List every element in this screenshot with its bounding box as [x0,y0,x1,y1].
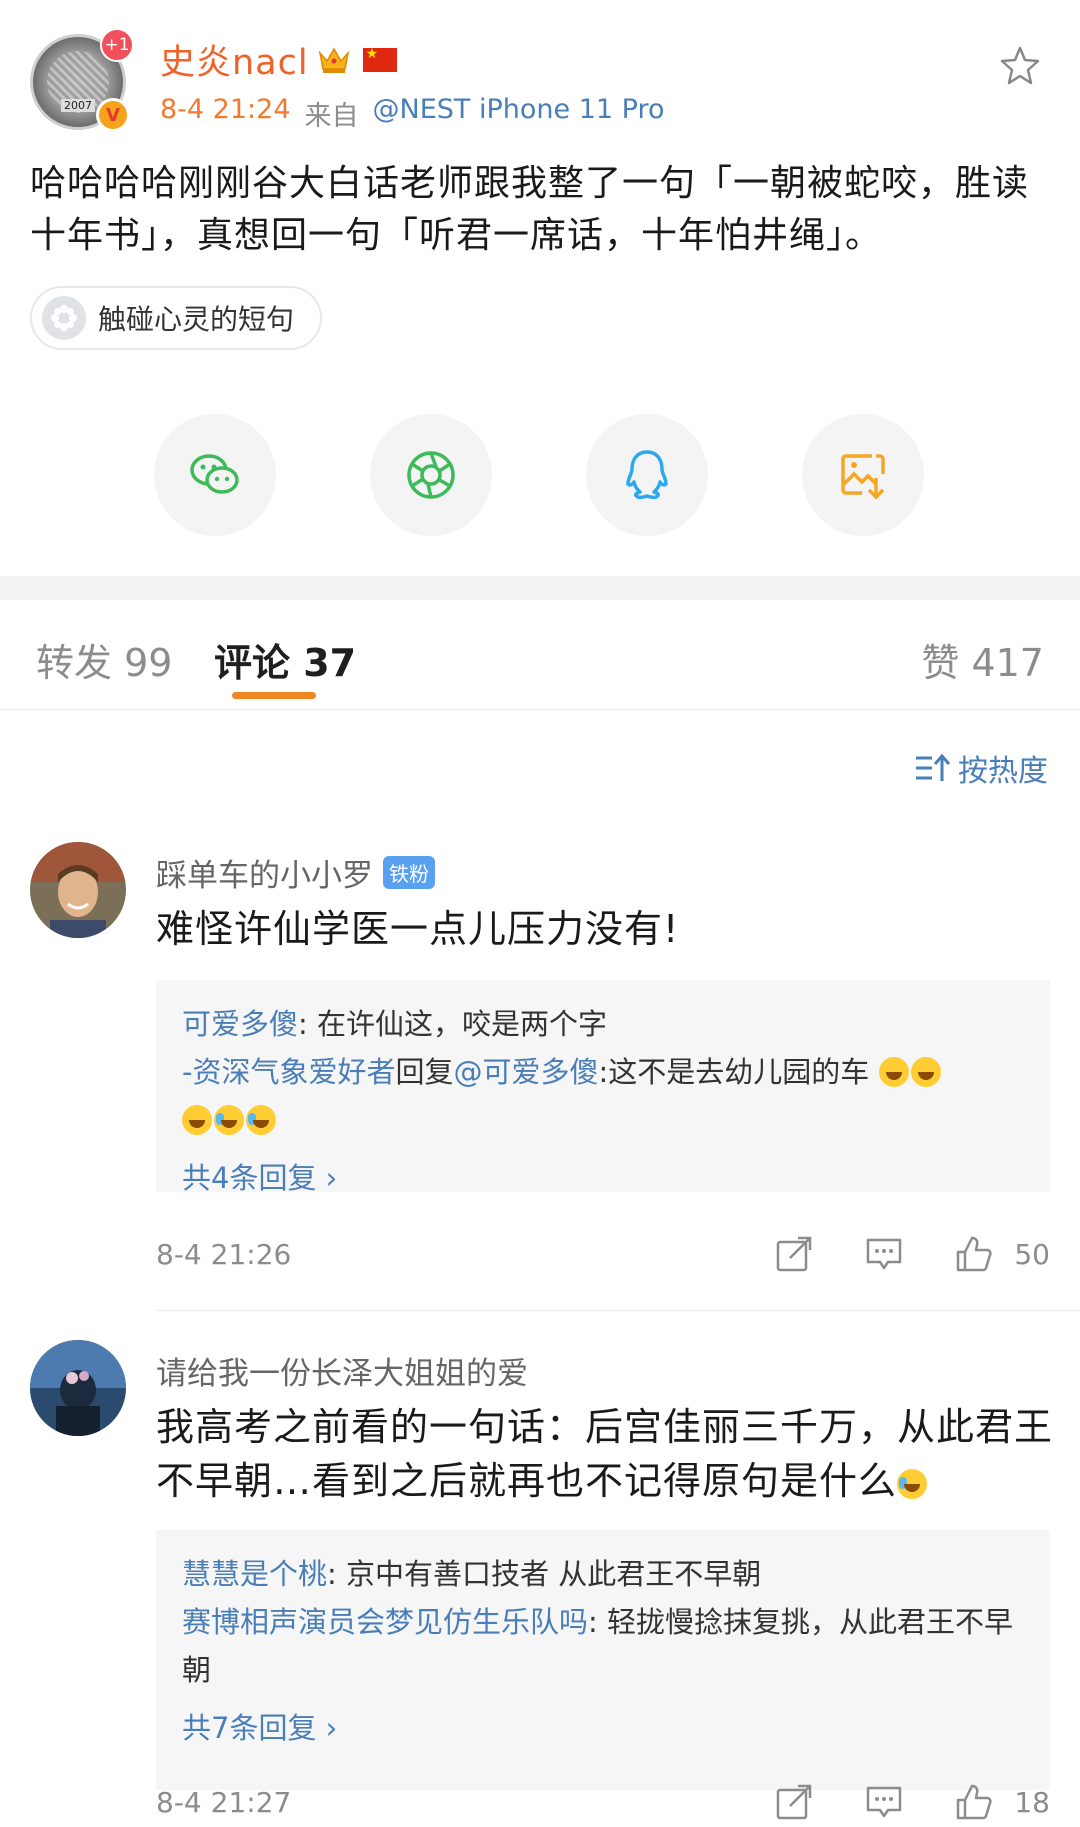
laugh-cry-emoji-icon [897,1469,928,1499]
view-all-replies-link[interactable]: 共7条回复 › [182,1704,1024,1752]
reply-comment-icon[interactable] [864,1782,904,1822]
share-qq-button[interactable] [586,414,708,536]
reply-sep: : [298,1007,318,1041]
comment-divider [156,1310,1080,1311]
comment-text: 难怪许仙学医一点儿压力没有! [156,907,680,951]
reply-text: 京中有善口技者 从此君王不早朝 [346,1557,762,1591]
reply-nick[interactable]: 赛博相声演员会梦见仿生乐队吗 [182,1605,588,1639]
laugh-emoji-icon [910,1057,941,1087]
laugh-cry-emoji-icon [214,1105,244,1135]
reply-text: :这不是去幼儿园的车 [598,1055,870,1089]
reply-sep: : [327,1557,347,1591]
post-card: +1 V 史炎nacl 8-4 21:24 来自 @NEST iPhone 11… [0,0,1080,576]
share-row [154,414,924,536]
reply-preview[interactable]: 可爱多傻: 在许仙这，咬是两个字 -资深气象爱好者回复@可爱多傻:这不是去幼儿园… [156,980,1050,1195]
comment-footer: 8-4 21:26 50 [156,1234,1050,1278]
reply-nick[interactable]: -资深气象爱好者 [182,1055,395,1089]
comment-time: 8-4 21:26 [156,1238,292,1271]
like-icon[interactable] [954,1234,994,1274]
tab-comments[interactable]: 评论 37 [214,632,356,687]
commenter-avatar[interactable] [30,842,126,938]
repost-icon[interactable] [774,1234,814,1274]
author-name-row[interactable]: 史炎nacl [160,34,397,85]
feedback-tabs: 转发 99 评论 37 赞 417 [0,600,1080,710]
reply-line: 可爱多傻: 在许仙这，咬是两个字 [182,1000,1024,1048]
reply-nick[interactable]: 慧慧是个桃 [182,1557,327,1591]
china-flag-icon [362,46,397,72]
reply-sep: : [588,1605,608,1639]
reply-nick[interactable]: 可爱多傻 [182,1007,298,1041]
commenter-name-row: 踩单车的小小罗 铁粉 [156,850,435,895]
comment-time: 8-4 21:27 [156,1786,292,1819]
like-count: 18 [1014,1786,1050,1819]
reply-line: 慧慧是个桃: 京中有善口技者 从此君王不早朝 [182,1550,1024,1598]
author-name[interactable]: 史炎nacl [160,34,309,85]
favorite-star-icon[interactable] [998,44,1042,88]
like-count: 50 [1014,1238,1050,1271]
post-meta: 8-4 21:24 来自 @NEST iPhone 11 Pro [160,94,664,133]
laugh-emoji-icon [182,1105,212,1135]
from-label: 来自 [304,101,359,132]
section-divider [0,576,1080,600]
save-image-button[interactable] [802,414,924,536]
comment-text: 我高考之前看的一句话：后宫佳丽三千万，从此君王不早朝…看到之后就再也不记得原句是… [156,1400,1056,1508]
reply-verb: 回复 [395,1055,454,1089]
reply-mention[interactable]: @可爱多傻 [453,1055,598,1089]
share-moments-button[interactable] [370,414,492,536]
commenter-avatar[interactable] [30,1340,126,1436]
plus-badge: +1 [100,28,134,62]
topic-label: 触碰心灵的短句 [98,303,295,336]
sort-button[interactable]: 按热度 [914,746,1048,790]
author-avatar[interactable]: +1 V [30,28,134,132]
post-time: 8-4 21:24 [160,94,291,125]
comment-footer: 8-4 21:27 18 [156,1782,1050,1826]
reply-comment-icon[interactable] [864,1234,904,1274]
tab-repost[interactable]: 转发 99 [36,632,172,687]
sort-icon [916,753,950,781]
topic-flower-icon [42,296,86,340]
commenter-name-row: 请给我一份长泽大姐姐的爱 [156,1348,528,1393]
reply-text: 在许仙这，咬是两个字 [317,1007,608,1041]
reply-line: -资深气象爱好者回复@可爱多傻:这不是去幼儿园的车 [182,1048,1024,1144]
moments-icon [407,451,455,499]
active-tab-indicator [232,692,316,699]
avatar-image [30,842,126,938]
post-body: 哈哈哈哈刚刚谷大白话老师跟我整了一句「一朝被蛇咬，胜读十年书」，真想回一句「听君… [30,163,1030,256]
wechat-icon [190,454,239,494]
avatar-image [30,1340,126,1436]
commenter-name[interactable]: 踩单车的小小罗 [156,850,373,895]
device-link[interactable]: @NEST iPhone 11 Pro [373,94,665,133]
share-wechat-button[interactable] [154,414,276,536]
tab-likes[interactable]: 赞 417 [921,632,1044,687]
commenter-name[interactable]: 请给我一份长泽大姐姐的爱 [156,1348,528,1393]
laugh-emoji-icon [878,1057,909,1087]
reply-line: 赛博相声演员会梦见仿生乐队吗: 轻拢慢捻抹复挑，从此君王不早朝 [182,1598,1024,1694]
qq-icon [626,450,668,500]
topic-chip[interactable]: 触碰心灵的短句 [30,286,323,350]
sort-label: 按热度 [958,754,1048,789]
laugh-cry-emoji-icon [246,1105,276,1135]
save-image-icon [841,454,885,500]
repost-icon[interactable] [774,1782,814,1822]
view-all-replies-link[interactable]: 共4条回复 › [182,1154,1024,1202]
reply-preview[interactable]: 慧慧是个桃: 京中有善口技者 从此君王不早朝 赛博相声演员会梦见仿生乐队吗: 轻… [156,1530,1050,1790]
verified-icon: V [96,98,130,132]
like-icon[interactable] [954,1782,994,1822]
crown-icon [318,47,349,73]
fan-badge: 铁粉 [383,856,435,889]
